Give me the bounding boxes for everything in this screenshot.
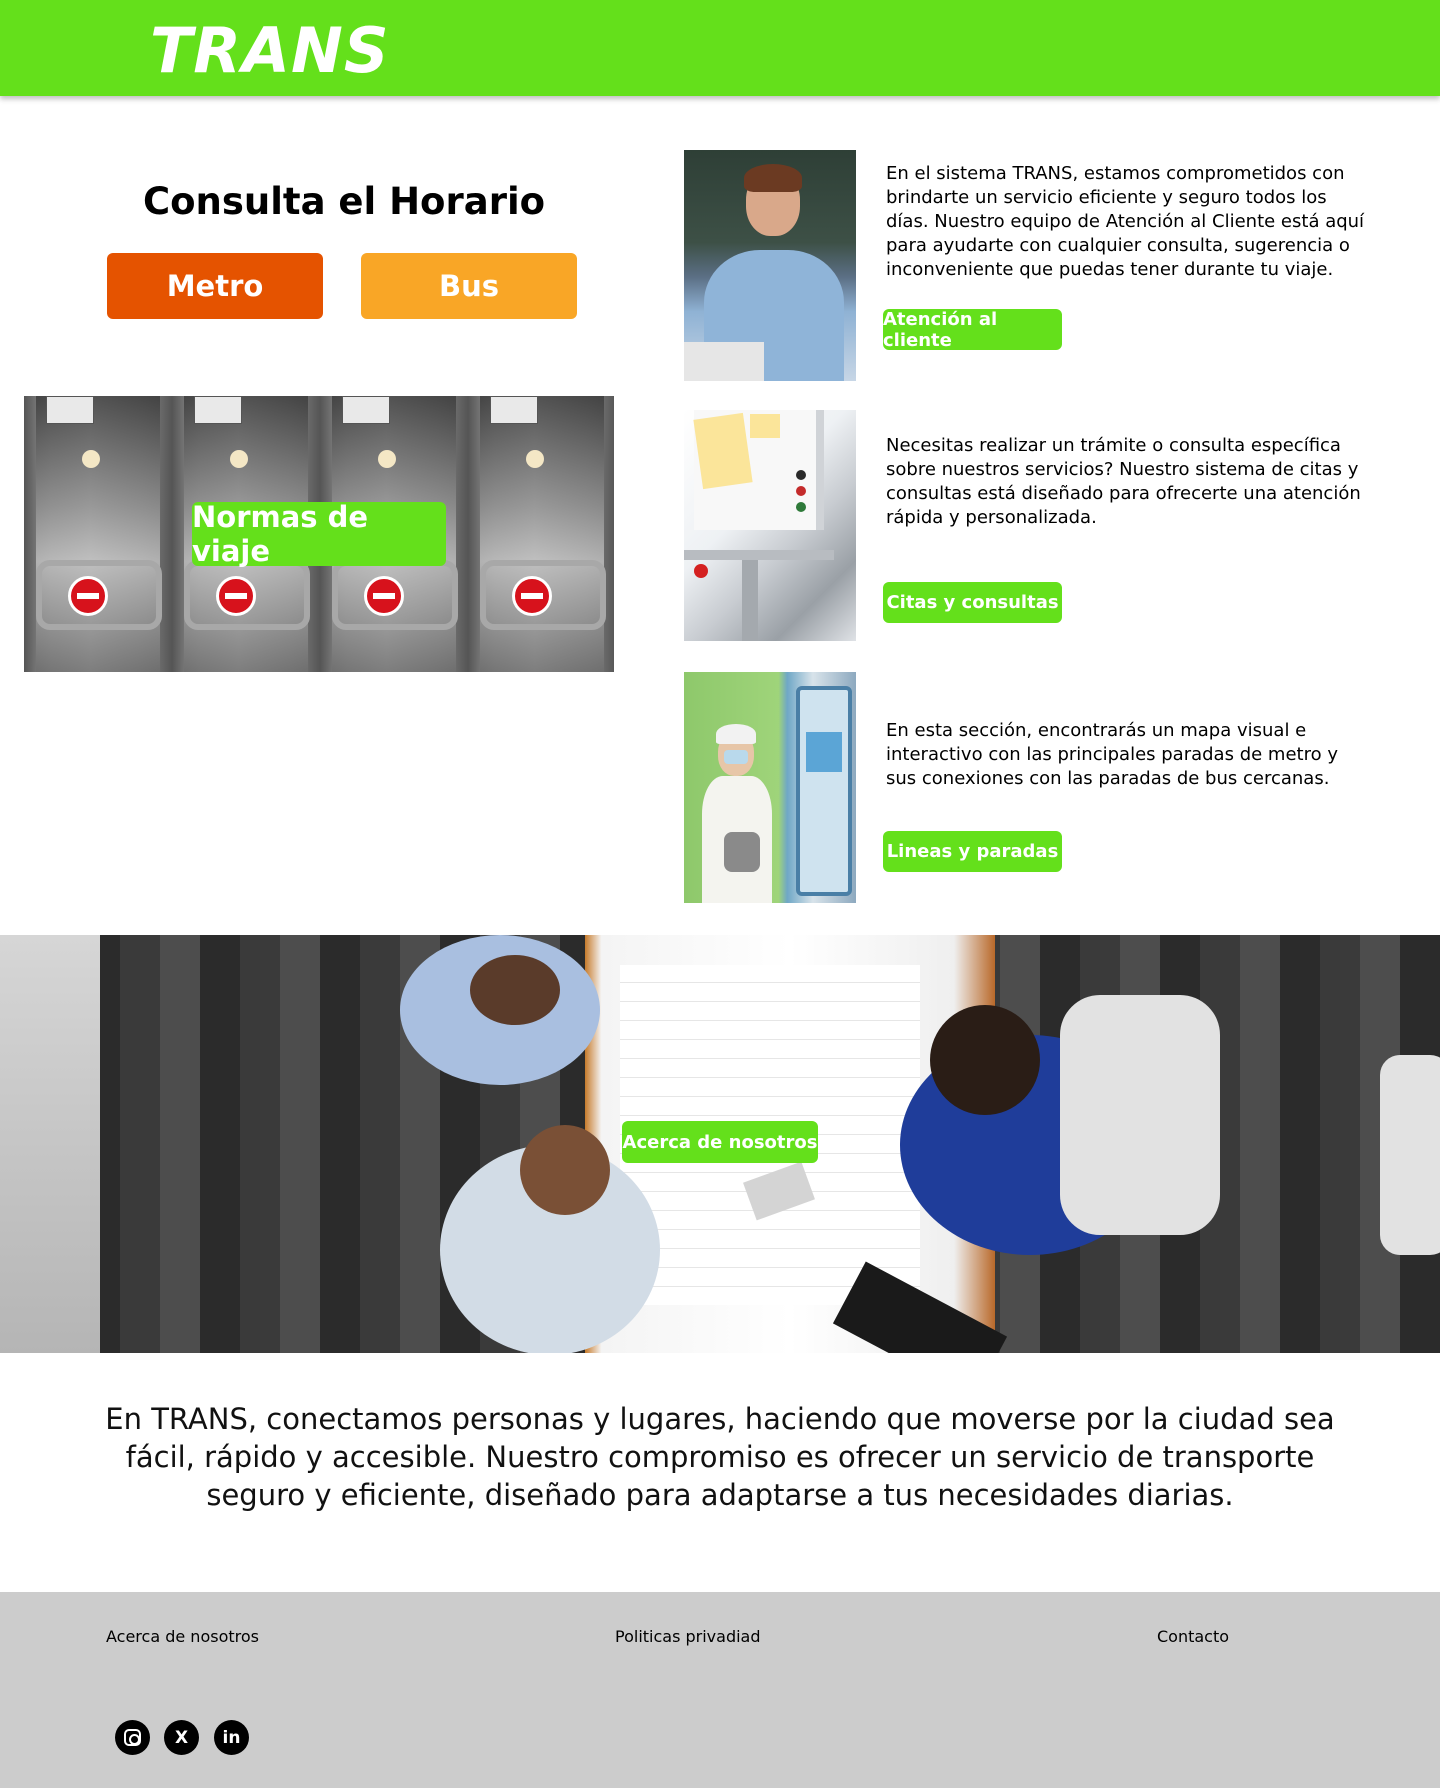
customer-service-text: En el sistema TRANS, estamos comprometid… [886,163,1365,280]
about-us-button[interactable]: Acerca de nosotros [622,1121,818,1163]
customer-service-image [684,150,856,381]
footer-link-privacy[interactable]: Politicas privadiad [615,1627,761,1646]
footer-link-contact[interactable]: Contacto [1157,1627,1229,1646]
top-header: TRANS [0,0,1440,96]
footer [0,1592,1440,1788]
mission-statement: En TRANS, conectamos personas y lugares,… [105,1402,1335,1512]
lines-stops-button[interactable]: Lineas y paradas [883,831,1062,872]
appointments-button[interactable]: Citas y consultas [883,582,1062,623]
x-icon[interactable]: X [164,1720,199,1755]
appointments-text: Necesitas realizar un trámite o consulta… [886,435,1361,528]
lines-stops-image [684,672,856,903]
linkedin-icon[interactable]: in [214,1720,249,1755]
customer-service-button[interactable]: Atención al cliente [883,309,1062,351]
travel-rules-button[interactable]: Normas de viaje [192,500,446,568]
bus-button[interactable]: Bus [361,253,577,319]
trans-logo[interactable]: TRANS [150,14,390,88]
lines-stops-text: En esta sección, encontrarás un mapa vis… [886,720,1338,789]
footer-link-about[interactable]: Acerca de nosotros [106,1627,259,1646]
schedule-title: Consulta el Horario [142,180,546,223]
appointments-image [684,410,856,641]
instagram-icon[interactable] [115,1720,150,1755]
metro-button[interactable]: Metro [107,253,323,319]
